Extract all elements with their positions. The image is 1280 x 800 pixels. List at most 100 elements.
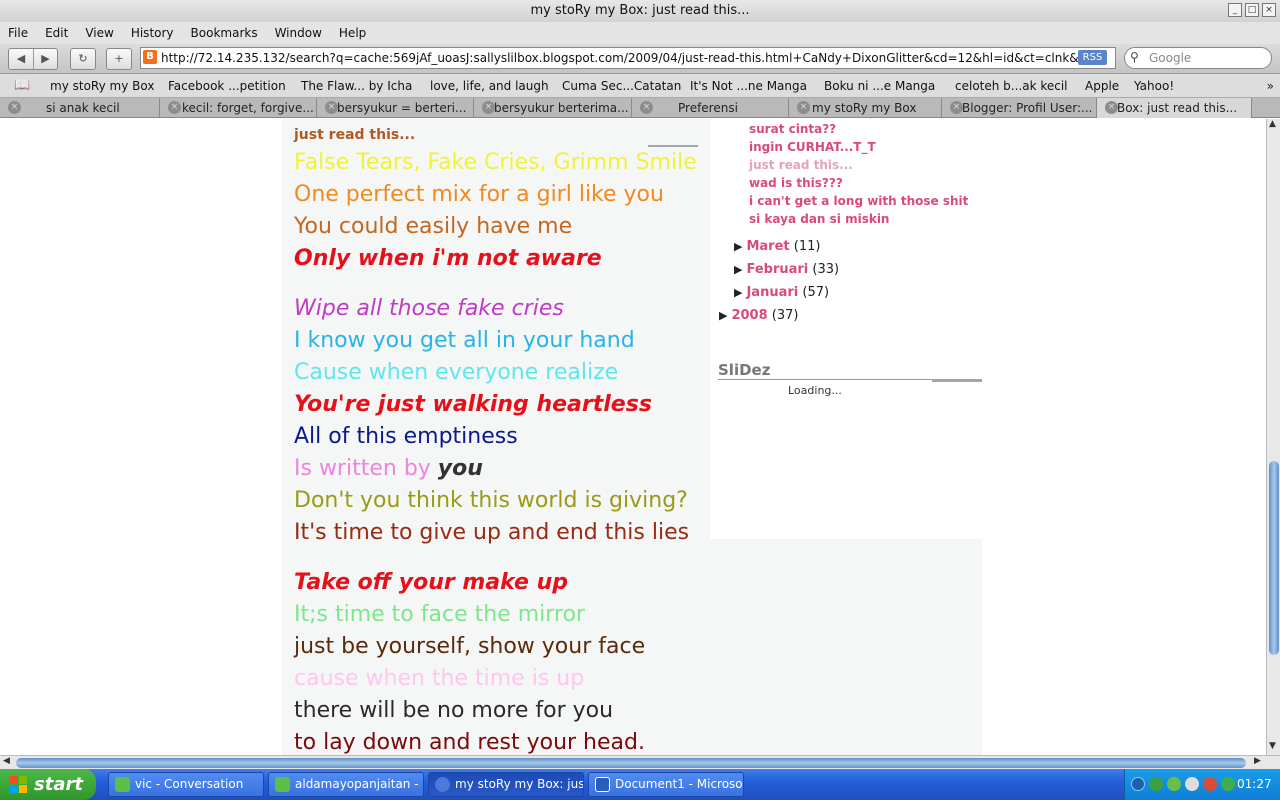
archive-month-label[interactable]: Januari (746, 285, 798, 300)
sidebar-post-link[interactable]: i can't get a long with those shit (749, 194, 968, 208)
tab[interactable]: × Preferensi (632, 98, 789, 118)
forward-button[interactable]: ▶ (33, 49, 57, 69)
expand-triangle-icon[interactable]: ▶ (734, 263, 742, 276)
taskbar-item-active[interactable]: my stoRy my Box: jus... (428, 772, 584, 797)
post-title[interactable]: just read this... (294, 127, 415, 143)
reload-button[interactable]: ↻ (71, 49, 95, 69)
lyric-line: One perfect mix for a girl like you (294, 182, 664, 207)
windows-logo-icon (10, 776, 28, 794)
bookmark-item[interactable]: Apple (1085, 74, 1119, 97)
bookmark-item[interactable]: The Flaw... by Icha (301, 74, 412, 97)
menu-bookmarks[interactable]: Bookmarks (191, 22, 258, 44)
rss-button[interactable]: RSS (1078, 50, 1107, 65)
open-book-icon[interactable]: 📖 (14, 74, 30, 97)
close-tab-icon[interactable]: × (168, 101, 181, 114)
taskbar-item[interactable]: Document1 - Microsof... (588, 772, 744, 797)
lyric-line: Only when i'm not aware (294, 246, 602, 271)
horizontal-scroll-thumb[interactable] (16, 758, 1246, 768)
archive-year[interactable]: ▶ 2008 (37) (719, 308, 798, 323)
tray-expand-icon[interactable] (1131, 777, 1145, 791)
bookmark-item[interactable]: It's Not ...ne Manga (690, 74, 807, 97)
search-icon: ⚲ (1130, 50, 1139, 64)
vertical-scrollbar[interactable]: ▲ ▼ (1266, 119, 1280, 755)
bookmark-item[interactable]: my stoRy my Box (50, 74, 154, 97)
add-bookmark-group: + (106, 48, 132, 70)
tab[interactable]: × bersyukur = berteri... (317, 98, 474, 118)
sidebar-post-link[interactable]: surat cinta?? (749, 122, 836, 136)
bookmark-item[interactable]: celoteh b...ak kecil (955, 74, 1068, 97)
horizontal-scrollbar[interactable]: ◀ ▶ (0, 755, 1280, 769)
blogger-favicon-icon: B (143, 50, 157, 64)
menu-file[interactable]: File (8, 22, 28, 44)
volume-icon[interactable] (1185, 777, 1199, 791)
tab-active[interactable]: × Box: just read this... (1097, 98, 1252, 118)
menu-edit[interactable]: Edit (45, 22, 68, 44)
address-bar[interactable]: http://72.14.235.132/search?q=cache:569j… (140, 47, 1116, 69)
loading-text: Loading... (788, 384, 842, 397)
sidebar-post-link[interactable]: si kaya dan si miskin (749, 212, 889, 226)
tab-label: Preferensi (678, 101, 738, 115)
scroll-down-icon[interactable]: ▼ (1269, 741, 1276, 751)
start-button[interactable]: start (0, 769, 96, 800)
bookmark-item[interactable]: love, life, and laugh (430, 74, 549, 97)
archive-month-label[interactable]: Februari (746, 262, 808, 277)
taskbar-item[interactable]: vic - Conversation (108, 772, 264, 797)
lyric-line: just be yourself, show your face (294, 634, 646, 659)
back-arrow-icon: ◀ (16, 52, 26, 65)
bookmark-item[interactable]: Facebook ...petition (168, 74, 286, 97)
taskbar-item[interactable]: aldamayopanjaitan - ... (268, 772, 424, 797)
sidebar-post-link[interactable]: wad is this??? (749, 176, 843, 190)
messenger-tray-icon[interactable] (1149, 777, 1163, 791)
close-tab-icon[interactable]: × (797, 101, 810, 114)
wireless-icon[interactable] (1221, 777, 1235, 791)
more-bookmarks-icon[interactable]: » (1267, 74, 1274, 97)
bookmark-item[interactable]: Boku ni ...e Manga (824, 74, 935, 97)
lyric-line: Take off your make up (294, 570, 568, 595)
vertical-scroll-thumb[interactable] (1269, 461, 1279, 655)
lyric-line: You could easily have me (294, 214, 573, 239)
expand-triangle-icon[interactable]: ▶ (734, 286, 742, 299)
archive-month[interactable]: ▶ Februari (33) (734, 262, 839, 277)
bookmark-item[interactable]: Yahoo! (1134, 74, 1174, 97)
expand-triangle-icon[interactable]: ▶ (719, 309, 727, 322)
scroll-left-icon[interactable]: ◀ (3, 756, 10, 766)
menu-history[interactable]: History (131, 22, 174, 44)
tab[interactable]: × bersyukur berterima... (474, 98, 632, 118)
scroll-right-icon[interactable]: ▶ (1254, 756, 1261, 766)
tab-bar: × si anak kecil × kecil: forget, forgive… (0, 98, 1280, 118)
lyric-line: Wipe all those fake cries (294, 296, 564, 321)
tab[interactable]: × kecil: forget, forgive... (160, 98, 317, 118)
back-button[interactable]: ◀ (9, 49, 33, 69)
bookmark-item[interactable]: Cuma Sec...Catatan (562, 74, 681, 97)
tab[interactable]: × my stoRy my Box (789, 98, 942, 118)
archive-month[interactable]: ▶ Maret (11) (734, 239, 820, 254)
sidebar-panel (710, 539, 982, 755)
scroll-up-icon[interactable]: ▲ (1269, 119, 1276, 129)
security-icon[interactable] (1203, 777, 1217, 791)
menu-window[interactable]: Window (275, 22, 322, 44)
close-tab-icon[interactable]: × (8, 101, 21, 114)
menu-bar: File Edit View History Bookmarks Window … (0, 22, 1280, 44)
messenger-icon (275, 777, 290, 792)
add-bookmark-button[interactable]: + (107, 49, 131, 69)
slidez-heading: SliDez (718, 361, 771, 379)
close-button[interactable]: × (1262, 3, 1276, 17)
menu-view[interactable]: View (85, 22, 113, 44)
tab[interactable]: × si anak kecil (0, 98, 160, 118)
search-input[interactable]: Google (1124, 47, 1272, 69)
sidebar-post-link[interactable]: ingin CURHAT...T_T (749, 140, 876, 154)
archive-month[interactable]: ▶ Januari (57) (734, 285, 829, 300)
tab[interactable]: × Blogger: Profil User:... (942, 98, 1097, 118)
close-tab-icon[interactable]: × (640, 101, 653, 114)
maximize-button[interactable]: □ (1245, 3, 1259, 17)
sidebar-post-current: just read this... (749, 158, 853, 172)
taskbar-item-label: Document1 - Microsof... (615, 777, 744, 791)
menu-help[interactable]: Help (339, 22, 366, 44)
archive-year-label[interactable]: 2008 (731, 308, 767, 323)
minimize-button[interactable]: _ (1228, 3, 1242, 17)
archive-month-label[interactable]: Maret (746, 239, 789, 254)
network-icon[interactable] (1167, 777, 1181, 791)
archive-year-count: (37) (771, 308, 799, 323)
expand-triangle-icon[interactable]: ▶ (734, 240, 742, 253)
lyric-line: Cause when everyone realize (294, 360, 619, 385)
